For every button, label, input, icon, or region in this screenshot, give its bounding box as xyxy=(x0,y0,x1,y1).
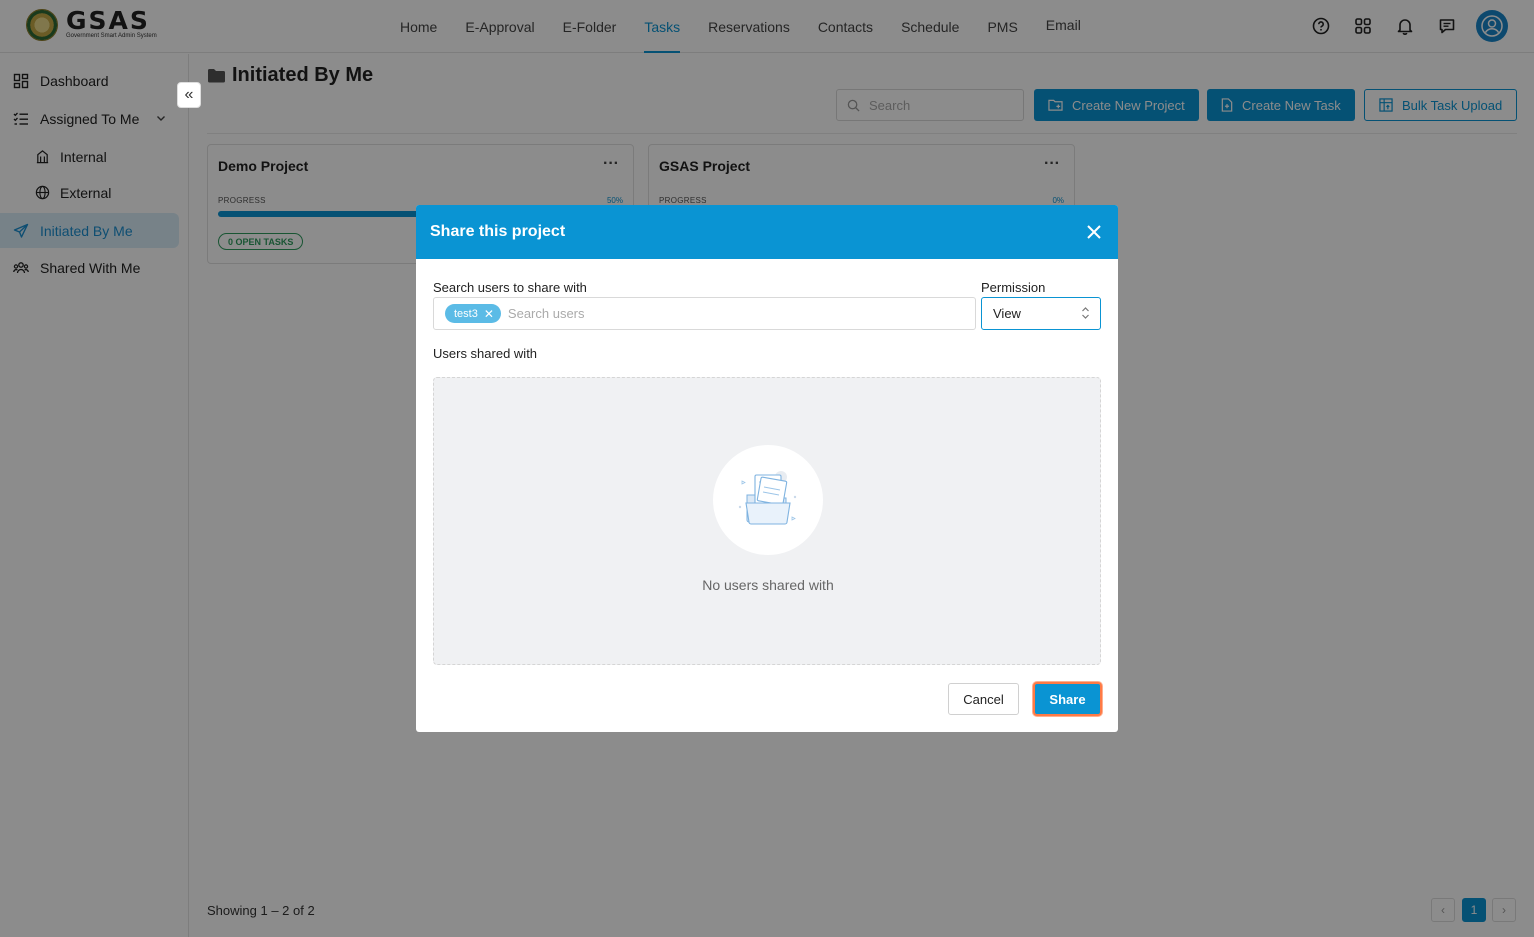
permission-value: View xyxy=(993,306,1021,321)
permission-label: Permission xyxy=(981,280,1046,295)
close-icon[interactable] xyxy=(1084,222,1104,242)
select-arrows-icon xyxy=(1081,306,1090,321)
permission-select[interactable]: View xyxy=(981,297,1101,330)
share-button[interactable]: Share xyxy=(1033,682,1102,716)
share-project-dialog: Share this project Search users to share… xyxy=(416,205,1118,732)
user-search-input[interactable]: test3 ✕ Search users xyxy=(433,297,976,330)
user-search-placeholder: Search users xyxy=(507,306,585,321)
empty-state-text: No users shared with xyxy=(702,577,834,593)
dialog-title: Share this project xyxy=(430,223,566,240)
search-users-label: Search users to share with xyxy=(433,280,587,295)
cancel-button[interactable]: Cancel xyxy=(948,683,1019,715)
empty-folder-icon xyxy=(713,445,823,555)
selected-user-chip: test3 ✕ xyxy=(445,304,501,323)
users-shared-with-label: Users shared with xyxy=(433,346,538,361)
dialog-header: Share this project xyxy=(416,205,1118,259)
double-chevron-left-icon: « xyxy=(184,86,194,103)
collapse-sidebar-button[interactable]: « xyxy=(177,82,201,108)
chip-label: test3 xyxy=(454,307,478,320)
shared-users-empty-state: No users shared with xyxy=(433,377,1101,665)
remove-chip-icon[interactable]: ✕ xyxy=(484,307,494,321)
